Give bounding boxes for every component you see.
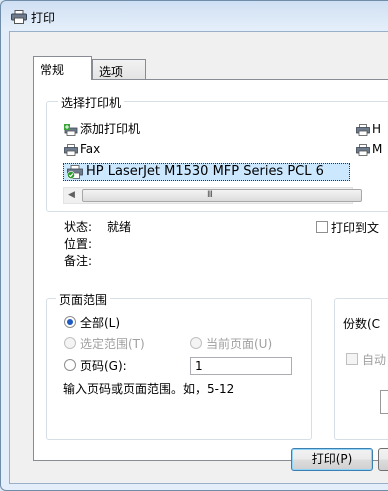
printer-item-h[interactable]: H	[356, 121, 381, 137]
page-range-selection-label: 选定范围(T)	[80, 337, 145, 351]
printer-item-label: H	[372, 122, 382, 136]
collate-checkbox[interactable]	[346, 353, 358, 365]
printer-icon	[11, 10, 27, 24]
printer-item-label: Fax	[80, 142, 101, 156]
printer-list-scrollbar[interactable]: ◀ III	[63, 187, 362, 204]
select-printer-group-label: 选择打印机	[58, 94, 125, 111]
printer-icon	[356, 143, 370, 156]
comment-label: 备注:	[64, 254, 93, 268]
copies-label: 份数(C	[343, 317, 381, 331]
tab-options[interactable]: 选项	[92, 59, 146, 80]
printer-item-label: M	[372, 142, 383, 156]
page-range-selection-radio[interactable]	[64, 337, 76, 349]
collate-illustration	[380, 390, 388, 414]
pages-input[interactable]: 1	[190, 357, 292, 375]
location-label: 位置:	[64, 237, 93, 251]
page-range-pages-radio[interactable]	[64, 359, 76, 371]
tab-general[interactable]: 常规	[33, 56, 92, 80]
print-to-file-label: 打印到文	[331, 221, 380, 235]
default-printer-icon	[67, 165, 83, 180]
print-to-file-checkbox[interactable]	[316, 221, 328, 233]
page-range-pages-label: 页码(G):	[80, 359, 127, 373]
page-range-group-label: 页面范围	[56, 291, 111, 308]
printer-item-add[interactable]: 添加打印机	[64, 121, 140, 137]
window-title: 打印	[31, 11, 56, 25]
scroll-left-icon[interactable]: ◀	[68, 190, 75, 200]
status-value: 就绪	[107, 220, 132, 234]
printer-icon	[356, 123, 370, 136]
page-range-all-radio[interactable]	[64, 316, 76, 328]
selected-printer-label: HP LaserJet M1530 MFP Series PCL 6	[86, 164, 324, 179]
printer-item-m[interactable]: M	[356, 141, 382, 157]
cancel-button-partial[interactable]	[378, 448, 388, 471]
printer-item-selected[interactable]: HP LaserJet M1530 MFP Series PCL 6	[63, 163, 350, 181]
page-range-current-label: 当前页面(U)	[206, 337, 273, 351]
printer-item-label: 添加打印机	[80, 122, 141, 136]
page-range-hint: 输入页码或页面范围。如，5-12	[63, 382, 235, 396]
add-printer-icon	[64, 123, 78, 136]
status-label: 状态:	[64, 220, 93, 234]
scrollbar-grip: III	[207, 190, 213, 200]
scrollbar-thumb[interactable]: III	[82, 189, 362, 202]
page-range-all-label: 全部(L)	[80, 316, 121, 330]
fax-printer-icon	[64, 143, 78, 156]
printer-item-fax[interactable]: Fax	[64, 141, 100, 157]
collate-label: 自动	[362, 353, 387, 367]
print-button[interactable]: 打印(P)	[291, 448, 373, 471]
title-bar[interactable]: 打印	[1, 1, 388, 31]
page-range-current-radio[interactable]	[190, 337, 202, 349]
